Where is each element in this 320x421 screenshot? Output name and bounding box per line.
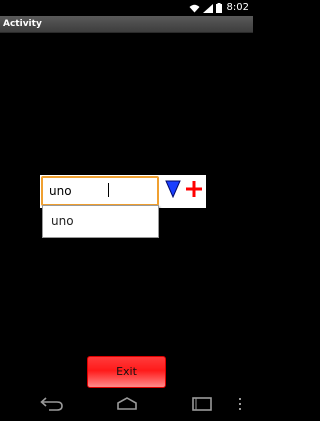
exit-button[interactable]: Exit bbox=[87, 356, 166, 388]
status-clock: 8:02 bbox=[226, 2, 249, 13]
navigation-bar bbox=[0, 389, 253, 421]
signal-icon bbox=[202, 3, 213, 13]
app-screen: 8:02 Activity uno uno Exit bbox=[0, 0, 253, 421]
battery-icon bbox=[215, 3, 222, 13]
status-bar: 8:02 bbox=[0, 0, 253, 16]
suggestion-list: uno bbox=[42, 205, 159, 238]
triangle-down-icon bbox=[165, 180, 181, 202]
add-button[interactable] bbox=[184, 181, 204, 201]
home-icon bbox=[115, 396, 139, 415]
home-button[interactable] bbox=[114, 396, 140, 414]
page-title: Activity bbox=[3, 19, 42, 29]
text-input[interactable]: uno bbox=[41, 176, 159, 206]
plus-icon bbox=[185, 180, 203, 202]
back-button[interactable] bbox=[39, 396, 65, 414]
text-cursor bbox=[108, 183, 109, 197]
combo-box: uno bbox=[40, 175, 206, 208]
action-bar: Activity bbox=[0, 16, 253, 33]
wifi-icon bbox=[189, 4, 200, 13]
dropdown-button[interactable] bbox=[164, 180, 182, 202]
menu-icon bbox=[238, 396, 242, 415]
list-item[interactable]: uno bbox=[43, 206, 158, 237]
overflow-menu-button[interactable] bbox=[235, 396, 245, 414]
back-icon bbox=[40, 396, 64, 415]
recents-button[interactable] bbox=[189, 396, 215, 414]
recents-icon bbox=[190, 396, 214, 415]
